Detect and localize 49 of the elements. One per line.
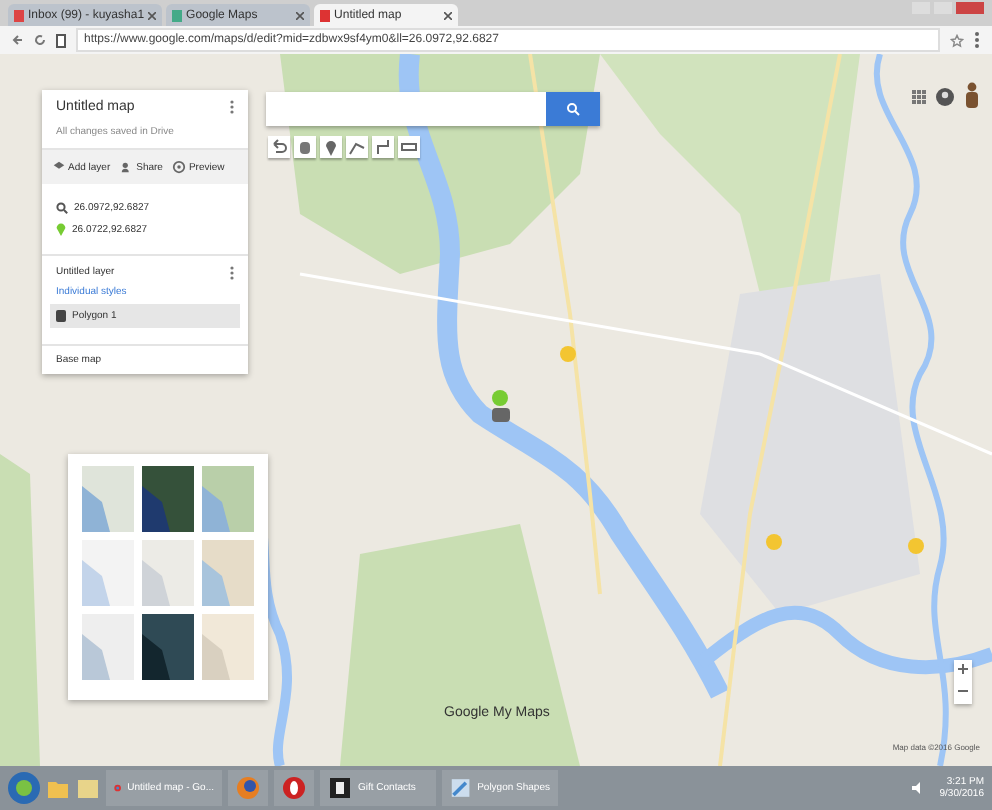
avatar-icon[interactable] — [936, 87, 954, 105]
star-icon[interactable] — [950, 33, 964, 47]
browser-icon — [282, 776, 306, 800]
base-map-thumbnail[interactable] — [82, 614, 134, 680]
eye-icon — [172, 160, 187, 174]
line-icon[interactable] — [346, 136, 368, 158]
base-map-thumbnail[interactable] — [82, 466, 134, 532]
pin-icon[interactable] — [320, 136, 342, 158]
folder-icon[interactable] — [46, 776, 70, 800]
base-map-thumbnail[interactable] — [202, 540, 254, 606]
undo-icon[interactable] — [268, 136, 290, 158]
browser-icon — [236, 776, 260, 800]
page-icon[interactable] — [56, 33, 66, 47]
back-icon[interactable] — [12, 34, 24, 46]
start-button[interactable] — [8, 772, 40, 804]
base-map-thumbnail[interactable] — [202, 466, 254, 532]
menu-icon[interactable] — [974, 32, 980, 48]
close-icon[interactable] — [296, 11, 305, 19]
base-map-thumbnail[interactable] — [142, 540, 194, 606]
highway-marker-icon — [560, 346, 576, 362]
close-icon[interactable] — [444, 11, 453, 19]
base-map-thumbnail[interactable] — [142, 466, 194, 532]
search-button[interactable] — [546, 92, 600, 126]
highway-marker-icon — [766, 534, 782, 550]
base-map-thumbnail[interactable] — [82, 540, 134, 606]
close-icon[interactable] — [148, 11, 157, 19]
zoom-in-icon[interactable] — [954, 660, 972, 678]
app-icon — [328, 776, 352, 800]
pin-icon — [56, 222, 66, 236]
paint-icon — [450, 776, 472, 800]
polygon-icon — [56, 310, 66, 322]
person-icon — [120, 160, 135, 174]
base-map-thumbnail[interactable] — [142, 614, 194, 680]
volume-icon[interactable] — [909, 780, 926, 796]
apps-icon[interactable] — [912, 89, 926, 103]
pegman-icon[interactable] — [964, 82, 980, 110]
car-icon — [492, 408, 510, 422]
taskbar-button[interactable] — [228, 770, 268, 806]
highway-marker-icon — [908, 538, 924, 554]
base-map-thumbnail[interactable] — [202, 614, 254, 680]
route-icon[interactable] — [372, 136, 394, 158]
taskbar-button[interactable] — [274, 770, 314, 806]
search-field[interactable] — [266, 92, 546, 126]
reload-icon[interactable] — [34, 34, 46, 46]
ruler-icon[interactable] — [398, 136, 420, 158]
layers-icon — [52, 160, 66, 174]
search-icon — [56, 202, 68, 214]
folder-icon[interactable] — [76, 776, 100, 800]
search-icon — [566, 102, 580, 116]
